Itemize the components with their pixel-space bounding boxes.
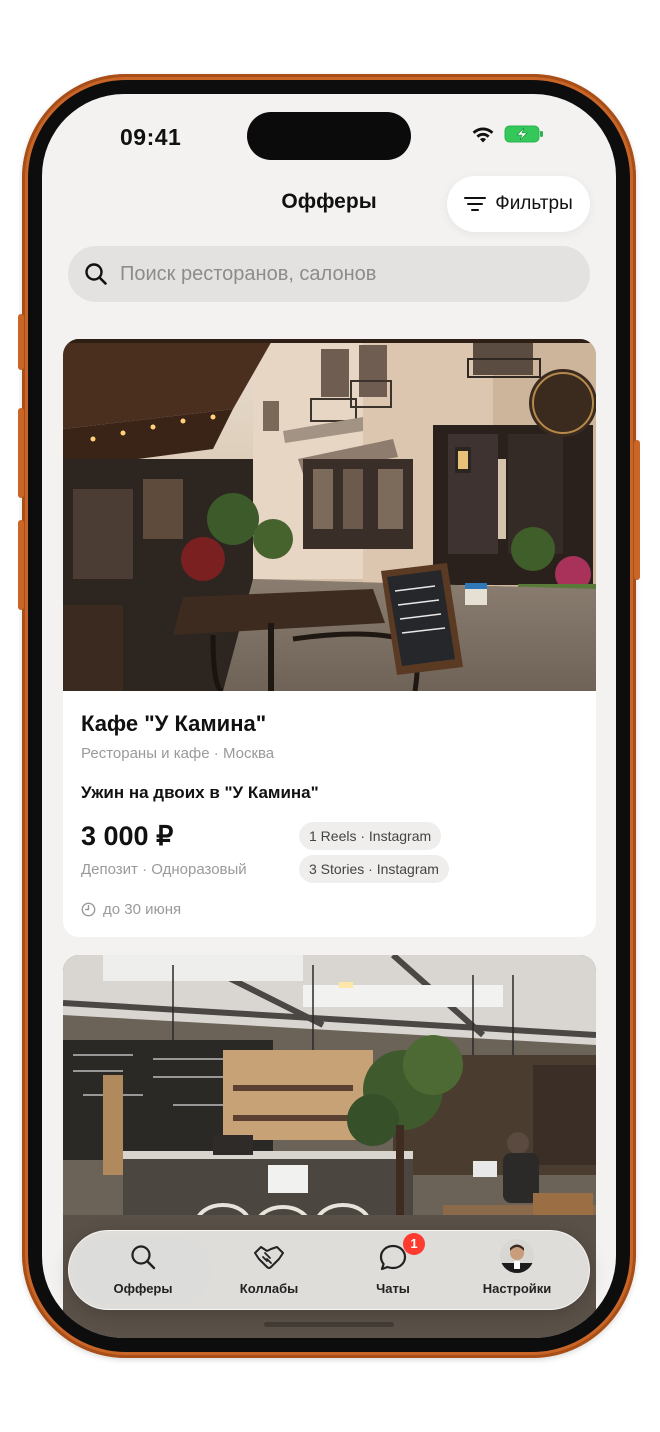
- search-bar[interactable]: [68, 246, 590, 302]
- tab-offers[interactable]: Офферы: [83, 1231, 203, 1309]
- venue-name: Кафе "У Камина": [81, 711, 267, 736]
- avatar: [500, 1239, 534, 1273]
- app-screen: 09:41 Офферы Фильтры Поиск ресторанов, с…: [42, 94, 616, 1338]
- tab-label: Офферы: [113, 1281, 173, 1296]
- offer-deadline: до 30 июня: [81, 901, 181, 918]
- tab-label: Коллабы: [239, 1281, 299, 1296]
- tab-label: Чаты: [376, 1281, 410, 1296]
- tab-settings[interactable]: Настройки: [457, 1231, 577, 1309]
- offer-photo: [63, 339, 596, 691]
- action-button: [18, 314, 24, 370]
- search-icon: [85, 263, 107, 285]
- search-icon: [131, 1245, 156, 1270]
- bottom-tab-bar: Офферы Коллабы 1 Чаты Настройки: [68, 1230, 590, 1310]
- tab-collabs[interactable]: Коллабы: [209, 1231, 329, 1309]
- search-input[interactable]: [118, 261, 562, 287]
- offer-title: Ужин на двоих в "У Камина": [81, 783, 319, 802]
- unread-badge: 1: [403, 1233, 425, 1255]
- venue-category-city: Рестораны и кафе · Москва: [81, 745, 275, 762]
- offer-card[interactable]: Кафе "У Камина" Рестораны и кафе · Москв…: [63, 339, 596, 937]
- volume-down-button: [18, 520, 24, 610]
- clock-icon: [81, 902, 96, 917]
- filter-lines-icon: [464, 197, 487, 211]
- offer-payment-type: Депозит · Одноразовый: [81, 861, 247, 878]
- tab-chats[interactable]: 1 Чаты: [333, 1231, 453, 1309]
- dynamic-island: [247, 112, 411, 160]
- status-time: 09:41: [120, 124, 182, 150]
- home-indicator: [264, 1322, 394, 1327]
- filters-button[interactable]: Фильтры: [447, 176, 590, 232]
- deliverable-tag: 3 Stories · Instagram: [299, 855, 449, 883]
- volume-up-button: [18, 408, 24, 498]
- handshake-icon: [254, 1246, 284, 1269]
- power-button: [634, 440, 640, 580]
- deliverable-tag: 1 Reels · Instagram: [299, 822, 442, 850]
- tab-label: Настройки: [482, 1281, 552, 1296]
- battery-charging-icon: [504, 125, 543, 143]
- offer-price: 3 000 ₽: [81, 821, 174, 851]
- wifi-icon: [472, 127, 494, 143]
- deadline-text: до 30 июня: [103, 901, 182, 918]
- filters-label: Фильтры: [495, 193, 573, 214]
